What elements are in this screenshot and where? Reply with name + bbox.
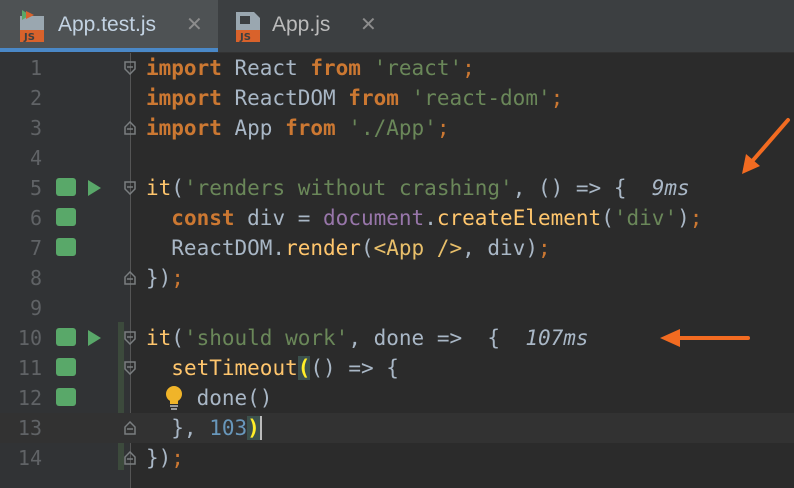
- line-number: 13: [17, 416, 42, 440]
- test-passed-icon[interactable]: [56, 208, 76, 226]
- line-number: 14: [17, 446, 42, 470]
- fold-icon[interactable]: [124, 121, 136, 135]
- test-passed-icon[interactable]: [56, 328, 76, 346]
- test-duration: 9ms: [651, 176, 690, 200]
- arrow-annotation: [742, 118, 790, 174]
- fold-icon[interactable]: [124, 331, 136, 345]
- run-test-icon[interactable]: [88, 330, 101, 346]
- fold-icon[interactable]: [124, 361, 136, 375]
- code-line[interactable]: 4: [0, 143, 794, 173]
- code-line[interactable]: 7 ReactDOM.render(<App />, div);: [0, 233, 794, 263]
- arrow-annotation: [660, 329, 750, 347]
- line-number: 4: [29, 146, 42, 170]
- code-line[interactable]: 12 done(): [0, 383, 794, 413]
- fold-icon[interactable]: [124, 181, 136, 195]
- code-text: });: [146, 446, 184, 470]
- tab-label: App.test.js: [58, 13, 157, 36]
- close-icon[interactable]: ✕: [186, 12, 203, 36]
- fold-icon[interactable]: [124, 421, 136, 435]
- editor-tab-bar: JS App.test.js ✕ JS App.js ✕: [0, 0, 794, 53]
- code-line-current[interactable]: 13 }, 103): [0, 413, 794, 443]
- test-passed-icon[interactable]: [56, 238, 76, 256]
- code-text: import ReactDOM from 'react-dom';: [146, 86, 564, 110]
- tab-app-js[interactable]: JS App.js ✕: [218, 0, 392, 52]
- line-number: 12: [17, 386, 42, 410]
- fold-icon[interactable]: [124, 451, 136, 465]
- code-text: setTimeout(() => {: [171, 356, 399, 380]
- tab-label: App.js: [272, 13, 331, 36]
- code-line[interactable]: 11 setTimeout(() => {: [0, 353, 794, 383]
- line-number: 2: [29, 86, 42, 110]
- line-number: 1: [29, 56, 42, 80]
- code-line[interactable]: 1 import React from 'react';: [0, 53, 794, 83]
- code-text: });: [146, 266, 184, 290]
- test-passed-icon[interactable]: [56, 358, 76, 376]
- code-text: done(): [146, 386, 273, 410]
- line-number: 6: [29, 206, 42, 230]
- line-number: 10: [17, 326, 42, 350]
- test-passed-icon[interactable]: [56, 388, 76, 406]
- code-line[interactable]: 8 });: [0, 263, 794, 293]
- line-number: 7: [29, 236, 42, 260]
- fold-icon[interactable]: [124, 271, 136, 285]
- code-text: }, 103): [146, 416, 262, 440]
- line-number: 5: [29, 176, 42, 200]
- code-text: import React from 'react';: [146, 56, 475, 80]
- code-text: import App from './App';: [146, 116, 450, 140]
- code-line[interactable]: 3 import App from './App';: [0, 113, 794, 143]
- test-file-icon: JS: [20, 10, 44, 43]
- code-text: it('renders without crashing', () => { 9…: [146, 176, 690, 200]
- run-test-icon[interactable]: [88, 180, 101, 196]
- line-number: 11: [17, 356, 42, 380]
- svg-text:JS: JS: [239, 32, 251, 43]
- code-line[interactable]: 14 });: [0, 443, 794, 473]
- svg-text:JS: JS: [23, 32, 35, 43]
- js-file-icon: JS: [236, 12, 260, 43]
- code-line[interactable]: 5 it('renders without crashing', () => {…: [0, 173, 794, 203]
- line-number: 8: [29, 266, 42, 290]
- close-icon[interactable]: ✕: [360, 12, 377, 36]
- code-line[interactable]: 9: [0, 293, 794, 323]
- code-text: it('should work', done => { 107ms: [146, 326, 589, 350]
- code-text: ReactDOM.render(<App />, div);: [146, 236, 551, 260]
- fold-icon[interactable]: [124, 61, 136, 75]
- code-line[interactable]: 2 import ReactDOM from 'react-dom';: [0, 83, 794, 113]
- line-number: 9: [29, 296, 42, 320]
- test-duration: 107ms: [525, 326, 589, 350]
- text-cursor: [259, 416, 262, 440]
- code-text: const div = document.createElement('div'…: [171, 206, 703, 230]
- tab-app-test-js[interactable]: JS App.test.js ✕: [0, 0, 218, 52]
- line-number: 3: [29, 116, 42, 140]
- test-passed-icon[interactable]: [56, 178, 76, 196]
- code-line[interactable]: 6 const div = document.createElement('di…: [0, 203, 794, 233]
